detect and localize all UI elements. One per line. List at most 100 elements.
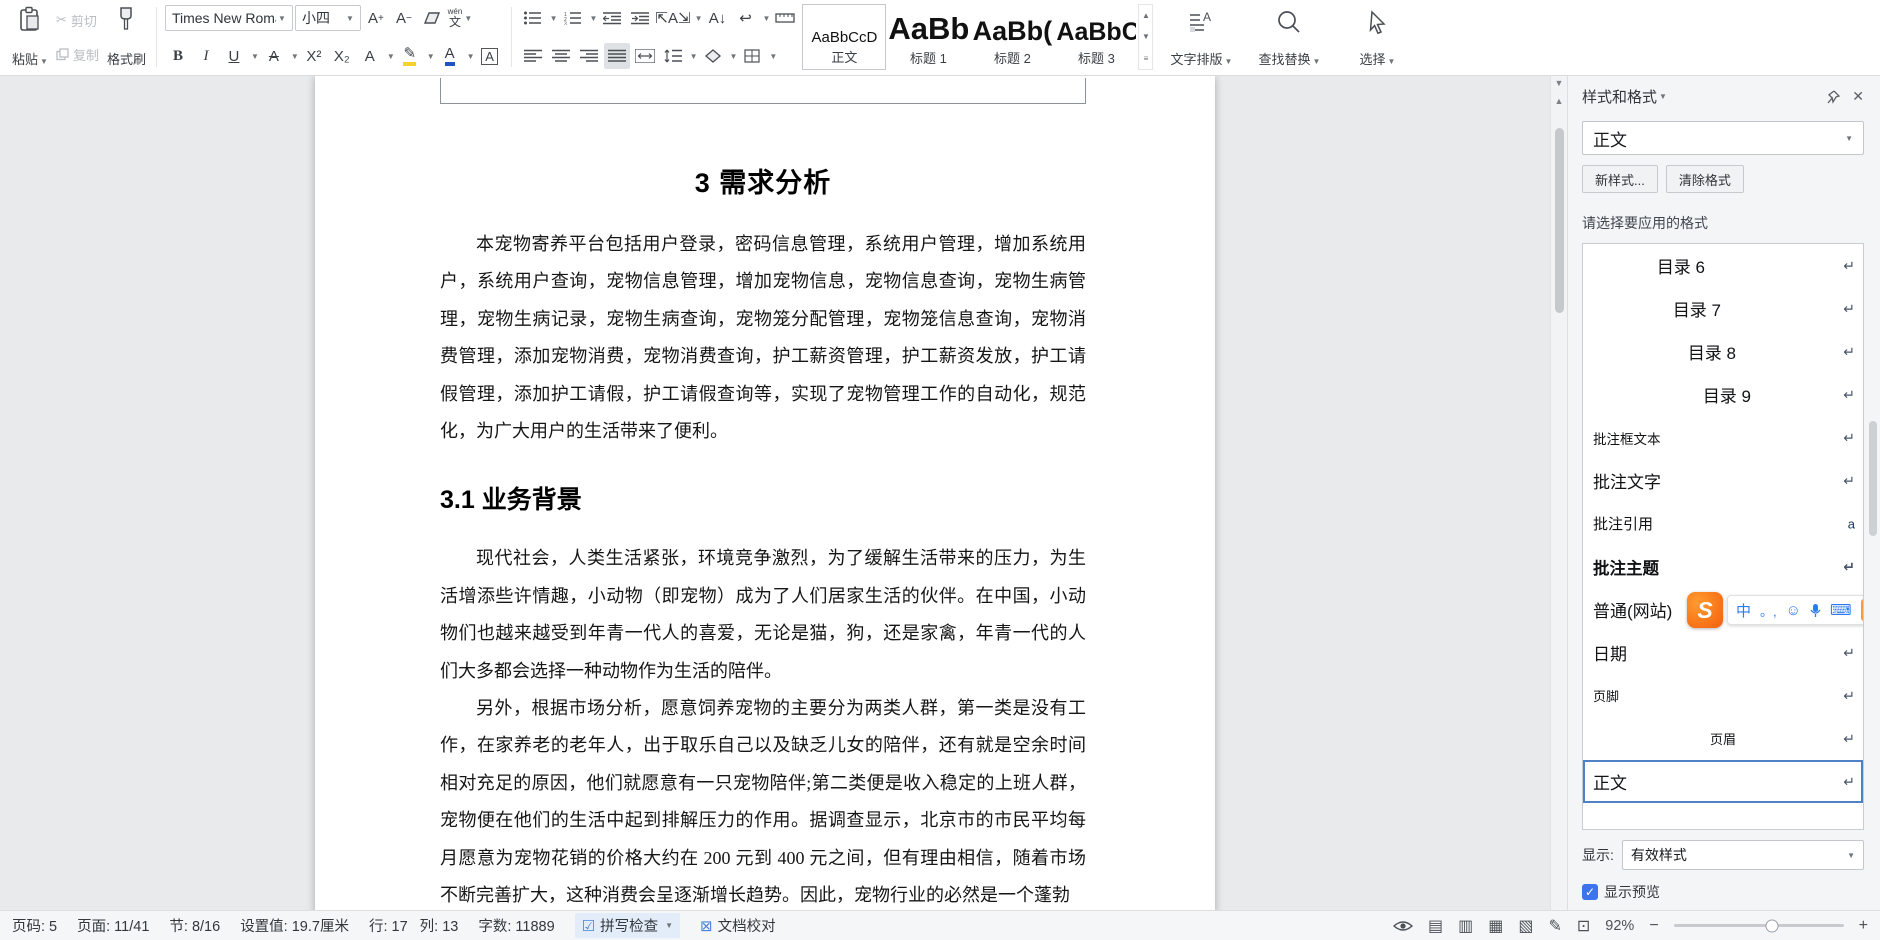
style-item-toc6[interactable]: 目录 6 ↵ bbox=[1583, 244, 1863, 287]
fit-page-icon[interactable]: ⊡ bbox=[1577, 916, 1590, 936]
decrease-font-button[interactable]: A − bbox=[391, 5, 417, 31]
clear-format-button[interactable] bbox=[419, 5, 445, 31]
show-preview-checkbox[interactable]: ✓ bbox=[1582, 884, 1598, 900]
distribute-button[interactable] bbox=[632, 43, 658, 69]
style-gallery-item-heading1[interactable]: AaBb 标题 1 bbox=[886, 4, 971, 70]
close-icon[interactable]: ✕ bbox=[1852, 88, 1864, 105]
font-size-value: 小四 bbox=[301, 10, 330, 26]
cut-button[interactable]: ✂ 剪切 bbox=[56, 11, 99, 30]
style-preview: AaBbCcD bbox=[811, 29, 878, 46]
ime-punctuation-toggle[interactable]: 。, bbox=[1760, 601, 1777, 620]
scrollbar-thumb[interactable] bbox=[1554, 128, 1564, 313]
style-label: 标题 3 bbox=[1078, 51, 1115, 66]
spell-check-button[interactable]: ☑ 拼写检查 ▼ bbox=[574, 913, 681, 938]
sort-button[interactable]: A↓ bbox=[705, 5, 731, 31]
gallery-scroll-up[interactable]: ▲ bbox=[1139, 5, 1152, 26]
align-center-button[interactable] bbox=[548, 43, 574, 69]
font-color-button[interactable]: A bbox=[437, 43, 463, 69]
select-tool-button[interactable]: 选择 ▼ bbox=[1333, 3, 1421, 71]
style-item-label: 目录 6 bbox=[1656, 258, 1705, 277]
sogou-logo-icon[interactable]: S bbox=[1687, 592, 1723, 628]
justify-button[interactable] bbox=[603, 43, 630, 69]
style-gallery-item-normal[interactable]: AaBbCcD 正文 bbox=[802, 4, 887, 70]
find-replace-button[interactable]: 查找替换 ▼ bbox=[1245, 3, 1333, 71]
subscript-button[interactable]: X₂ bbox=[329, 43, 355, 69]
document-page[interactable]: 3 需求分析 本宠物寄养平台包括用户登录，密码信息管理，系统用户管理，增加系统用… bbox=[315, 76, 1215, 910]
underline-button[interactable]: U bbox=[221, 43, 247, 69]
bold-button[interactable]: B bbox=[165, 43, 191, 69]
align-left-button[interactable] bbox=[520, 43, 546, 69]
line-spacing-button[interactable] bbox=[660, 43, 686, 69]
zoom-slider-knob[interactable] bbox=[1765, 919, 1779, 932]
style-item-toc7[interactable]: 目录 7 ↵ bbox=[1583, 287, 1863, 330]
show-filter-select[interactable]: 有效样式 ▼ bbox=[1621, 840, 1864, 870]
style-gallery-item-heading2[interactable]: AaBb( 标题 2 bbox=[970, 4, 1055, 70]
align-right-button[interactable] bbox=[576, 43, 602, 69]
paragraph-mark-icon: ↵ bbox=[1843, 429, 1855, 445]
style-gallery-item-heading3[interactable]: AaBbC 标题 3 bbox=[1054, 4, 1139, 70]
ime-emoji-button[interactable]: ☺ bbox=[1786, 602, 1801, 619]
style-item-header[interactable]: 页眉 ↵ bbox=[1583, 717, 1863, 760]
outline-view-icon[interactable]: ▦ bbox=[1488, 916, 1503, 936]
fullscreen-view-icon[interactable]: ▥ bbox=[1458, 916, 1473, 936]
ime-skin-button[interactable] bbox=[1860, 599, 1863, 621]
increase-indent-button[interactable] bbox=[627, 5, 653, 31]
decrease-indent-button[interactable] bbox=[599, 5, 625, 31]
svg-text:3: 3 bbox=[564, 22, 567, 26]
zoom-out-button[interactable]: − bbox=[1649, 917, 1658, 935]
font-size-select[interactable]: 小四 ▼ bbox=[294, 5, 361, 31]
gallery-scroll-down[interactable]: ▼ bbox=[1139, 26, 1152, 47]
numbered-list-button[interactable]: 123 bbox=[560, 5, 586, 31]
document-scrollbar[interactable]: ▼ ▲ bbox=[1550, 76, 1567, 910]
char-effects-button[interactable]: A bbox=[357, 43, 383, 69]
style-item-comment-text[interactable]: 批注文字 ↵ bbox=[1583, 459, 1863, 502]
edit-pen-icon[interactable]: ✎ bbox=[1548, 916, 1561, 936]
split-view-icon[interactable]: ▼ bbox=[1555, 78, 1564, 96]
bullet-list-button[interactable] bbox=[520, 5, 546, 31]
web-view-icon[interactable]: ▧ bbox=[1518, 916, 1533, 936]
style-item-comment-reference[interactable]: 批注引用 a bbox=[1583, 502, 1863, 545]
gallery-more-button[interactable]: ≡ bbox=[1139, 48, 1152, 69]
zoom-level[interactable]: 92% bbox=[1605, 918, 1634, 934]
ime-keyboard-button[interactable]: ⌨ bbox=[1830, 601, 1852, 619]
zoom-slider[interactable] bbox=[1673, 919, 1844, 932]
format-painter-button[interactable]: 格式刷 bbox=[105, 3, 148, 71]
copy-button[interactable]: 复制 bbox=[56, 45, 99, 64]
text-layout-icon: A bbox=[1188, 7, 1214, 37]
style-item-toc9[interactable]: 目录 9 ↵ bbox=[1583, 373, 1863, 416]
tab-ruler-button[interactable] bbox=[772, 5, 798, 31]
panel-title-caret-icon[interactable]: ▼ bbox=[1659, 92, 1667, 101]
new-style-button[interactable]: 新样式... bbox=[1582, 165, 1658, 193]
pinyin-guide-button[interactable]: wén 文 ▼ bbox=[447, 5, 473, 31]
wrap-button[interactable]: ↩ bbox=[733, 5, 759, 31]
zoom-in-button[interactable]: + bbox=[1859, 917, 1868, 935]
style-item-comment-frame-text[interactable]: 批注框文本 ↵ bbox=[1583, 416, 1863, 459]
italic-button[interactable]: I bbox=[193, 43, 219, 69]
text-layout-button[interactable]: A 文字排版 ▼ bbox=[1157, 3, 1245, 71]
increase-font-button[interactable]: A + bbox=[363, 5, 389, 31]
ime-mic-button[interactable] bbox=[1810, 603, 1821, 618]
paste-button[interactable]: 粘贴 ▼ bbox=[10, 3, 50, 71]
highlight-button[interactable]: ✎ bbox=[397, 43, 423, 69]
pin-icon[interactable] bbox=[1826, 89, 1841, 104]
style-item-toc8[interactable]: 目录 8 ↵ bbox=[1583, 330, 1863, 373]
style-item-comment-subject[interactable]: 批注主题 ↵ bbox=[1583, 545, 1863, 588]
eye-icon[interactable] bbox=[1392, 919, 1413, 933]
shading-button[interactable] bbox=[700, 43, 726, 69]
style-item-normal-selected[interactable]: 正文 ↵ bbox=[1583, 760, 1863, 803]
scroll-up-arrow[interactable]: ▲ bbox=[1555, 96, 1564, 112]
clear-format-panel-button[interactable]: 清除格式 bbox=[1665, 165, 1744, 193]
page-view-icon[interactable]: ▤ bbox=[1428, 916, 1443, 936]
style-item-footer[interactable]: 页脚 ↵ bbox=[1583, 674, 1863, 717]
style-item-date[interactable]: 日期 ↵ bbox=[1583, 631, 1863, 674]
char-scale-button[interactable]: ⇱A⇲ bbox=[655, 5, 690, 31]
font-family-select[interactable]: Times New Roma ▼ bbox=[164, 5, 293, 31]
borders-button[interactable] bbox=[739, 43, 765, 69]
superscript-button[interactable]: X² bbox=[301, 43, 327, 69]
current-style-select[interactable]: 正文 ▼ bbox=[1582, 121, 1864, 155]
panel-scrollbar-thumb[interactable] bbox=[1869, 421, 1877, 536]
ime-language-toggle[interactable]: 中 bbox=[1736, 600, 1751, 621]
document-proof-button[interactable]: ⊠ 文档校对 bbox=[700, 915, 776, 936]
strikethrough-button[interactable]: A bbox=[261, 43, 287, 69]
char-border-button[interactable]: A bbox=[477, 43, 503, 69]
